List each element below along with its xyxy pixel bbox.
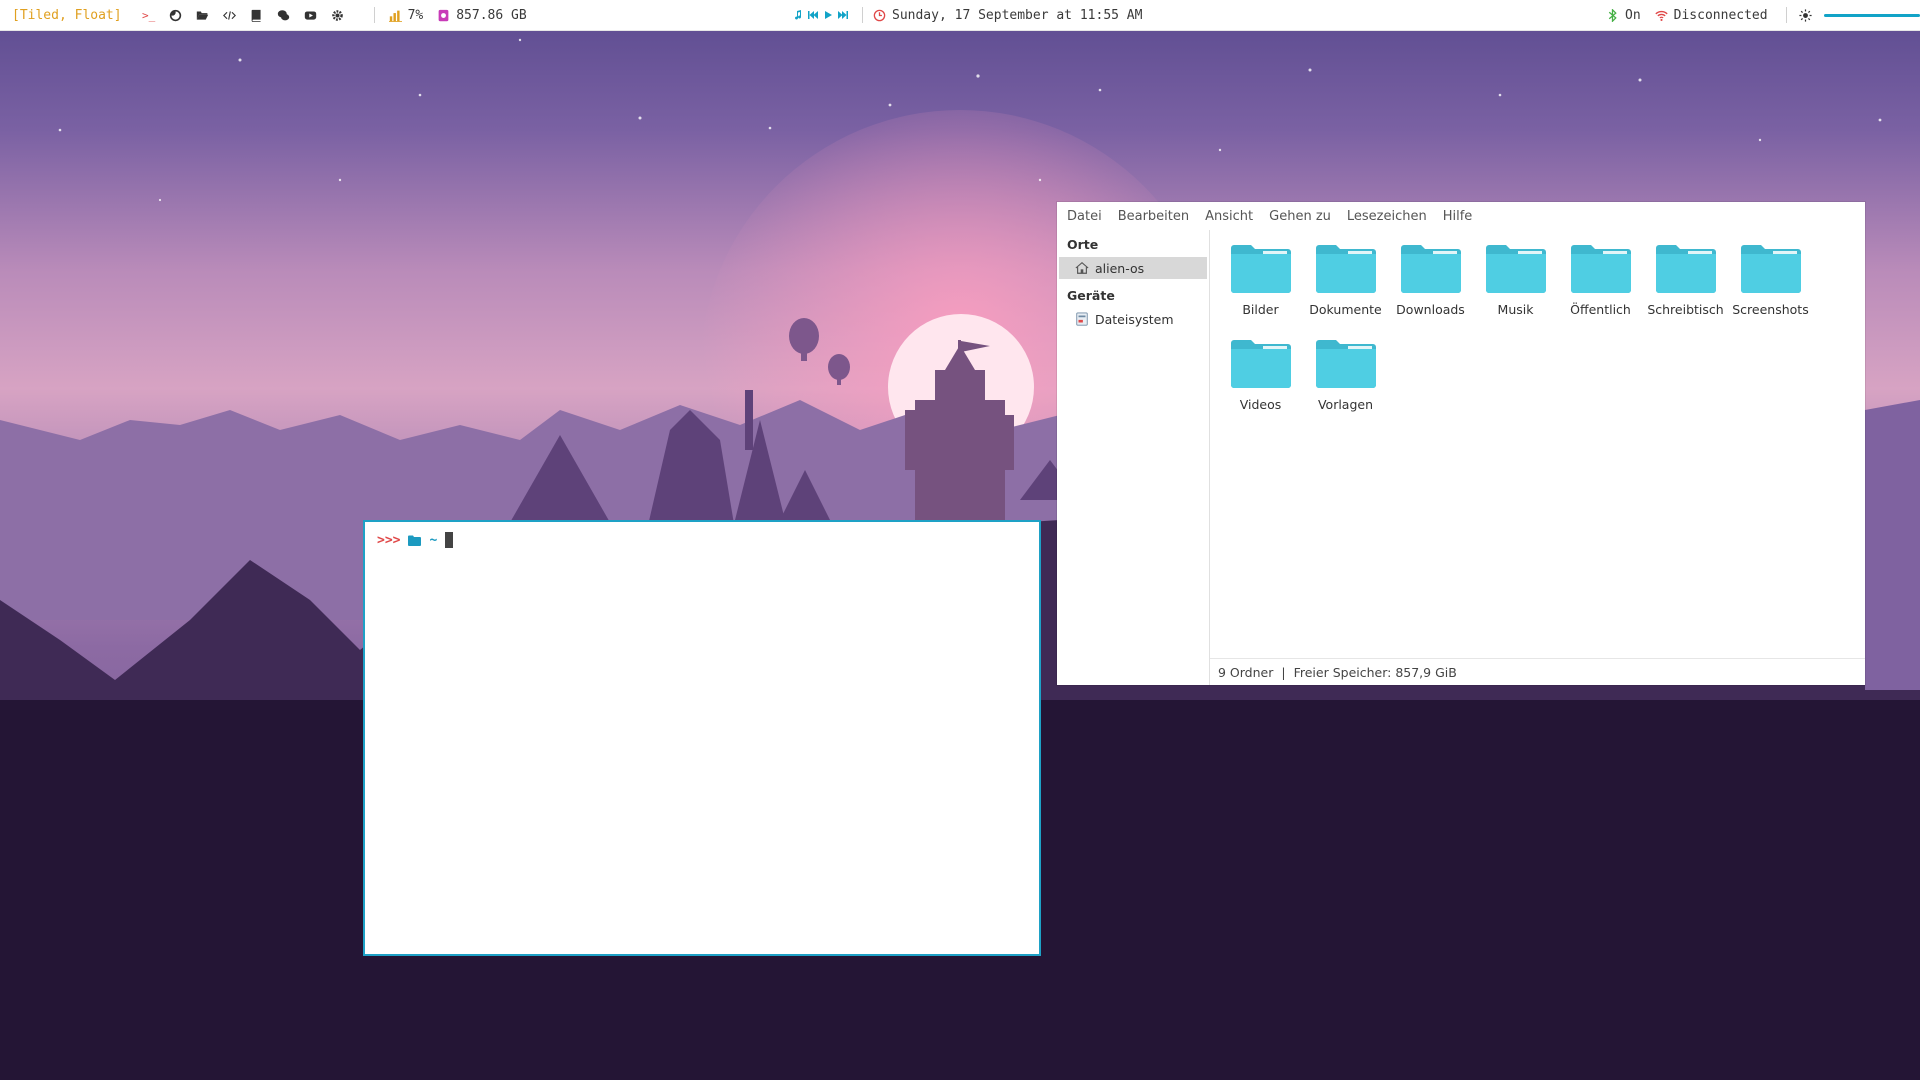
home-icon	[1075, 262, 1089, 274]
folder-icon	[1485, 245, 1546, 293]
wifi-icon	[1655, 10, 1668, 21]
folder-icon	[408, 535, 422, 546]
sidebar-header-devices: Geräte	[1067, 288, 1115, 303]
folder-item[interactable]: Schreibtisch	[1643, 242, 1728, 332]
panel-left: [Tiled, Float] >_ 7% 857.86 GB	[12, 0, 541, 30]
sidebar-item-label: Dateisystem	[1095, 311, 1174, 327]
folder-name: Vorlagen	[1317, 397, 1374, 412]
firefox-icon[interactable]	[167, 6, 185, 24]
folder-item[interactable]: Videos	[1218, 337, 1303, 427]
status-folder-count: 9 Ordner	[1218, 665, 1274, 680]
previous-track-icon[interactable]	[807, 9, 819, 21]
folder-icon	[1400, 245, 1461, 293]
menu-gehen-zu[interactable]: Gehen zu	[1269, 209, 1331, 224]
places-sidebar: Orte alien-os Geräte Dateisystem	[1057, 230, 1210, 685]
chat-icon[interactable]	[275, 6, 293, 24]
status-free-space: Freier Speicher: 857,9 GiB	[1293, 665, 1457, 680]
menu-bearbeiten[interactable]: Bearbeiten	[1118, 209, 1189, 224]
panel-separator	[862, 7, 863, 23]
folder-view: Bilder Dokumente Downloads Musik Öffentl…	[1210, 230, 1865, 658]
menu-lesezeichen[interactable]: Lesezeichen	[1347, 209, 1427, 224]
folder-item[interactable]: Öffentlich	[1558, 242, 1643, 332]
disk-usage: 857.86 GB	[437, 7, 527, 23]
play-icon[interactable]	[822, 9, 834, 21]
code-icon[interactable]	[221, 6, 239, 24]
panel-separator	[373, 7, 375, 23]
next-track-icon[interactable]	[837, 9, 849, 21]
panel-center: Sunday, 17 September at 11:55 AM	[792, 0, 1156, 30]
panel-right: On Disconnected	[1606, 0, 1920, 30]
disk-icon	[438, 9, 449, 21]
folder-item[interactable]: Downloads	[1388, 242, 1473, 332]
folder-icon	[1570, 245, 1631, 293]
bluetooth-label: On	[1625, 7, 1641, 23]
folder-name: Downloads	[1396, 302, 1465, 317]
folder-item[interactable]: Dokumente	[1303, 242, 1388, 332]
music-note-icon	[792, 9, 804, 21]
text-cursor	[445, 532, 454, 548]
bluetooth-status[interactable]: On	[1606, 8, 1641, 23]
folder-open-icon[interactable]	[194, 6, 212, 24]
status-separator: |	[1281, 665, 1286, 680]
prompt-chevrons: >>>	[377, 532, 401, 548]
folder-item[interactable]: Screenshots	[1728, 242, 1813, 332]
sidebar-item-filesystem[interactable]: Dateisystem	[1059, 308, 1207, 330]
status-bar: 9 Ordner | Freier Speicher: 857,9 GiB	[1210, 658, 1865, 686]
menu-bar: Datei Bearbeiten Ansicht Gehen zu Leseze…	[1057, 202, 1865, 230]
folder-item[interactable]: Musik	[1473, 242, 1558, 332]
sidebar-item-label: alien-os	[1095, 260, 1145, 276]
folder-icon	[1655, 245, 1716, 293]
terminal-icon[interactable]: >_	[140, 6, 158, 24]
cpu-usage: 7%	[388, 7, 424, 23]
clock[interactable]: Sunday, 17 September at 11:55 AM	[873, 8, 1142, 23]
chart-icon	[388, 10, 402, 22]
folder-name: Videos	[1239, 397, 1282, 412]
shell-prompt: >>> ~	[377, 532, 454, 548]
folder-icon	[1315, 245, 1376, 293]
youtube-icon[interactable]	[302, 6, 320, 24]
menu-hilfe[interactable]: Hilfe	[1443, 209, 1473, 224]
folder-name: Musik	[1497, 302, 1534, 317]
brightness-control[interactable]	[1798, 7, 1920, 23]
menu-ansicht[interactable]: Ansicht	[1205, 209, 1253, 224]
folder-icon	[1315, 340, 1376, 388]
terminal-window[interactable]: >>> ~	[363, 520, 1041, 956]
date-time: Sunday, 17 September at 11:55 AM	[892, 7, 1143, 23]
folder-item[interactable]: Vorlagen	[1303, 337, 1388, 427]
folder-name: Dokumente	[1309, 302, 1382, 317]
settings-icon[interactable]	[329, 6, 347, 24]
menu-datei[interactable]: Datei	[1067, 209, 1102, 224]
network-status[interactable]: Disconnected	[1655, 8, 1768, 23]
layout-indicator[interactable]: [Tiled, Float]	[12, 8, 122, 23]
folder-name: Schreibtisch	[1647, 302, 1724, 317]
folder-name: Öffentlich	[1570, 302, 1631, 317]
clock-icon	[873, 9, 886, 21]
folder-icon	[1740, 245, 1801, 293]
sidebar-header-places: Orte	[1067, 237, 1099, 252]
file-manager-window: Datei Bearbeiten Ansicht Gehen zu Leseze…	[1057, 202, 1865, 685]
cpu-value: 7%	[407, 7, 424, 23]
disk-value: 857.86 GB	[456, 7, 527, 23]
sidebar-item-home[interactable]: alien-os	[1059, 257, 1207, 279]
book-icon[interactable]	[248, 6, 266, 24]
brightness-icon	[1798, 8, 1812, 22]
network-label: Disconnected	[1673, 7, 1768, 23]
folder-name: Bilder	[1242, 302, 1279, 317]
folder-icon	[1230, 245, 1291, 293]
brightness-slider[interactable]	[1823, 7, 1920, 23]
bluetooth-icon	[1608, 8, 1617, 22]
folder-icon	[1230, 340, 1291, 388]
folder-name: Screenshots	[1732, 302, 1809, 317]
drive-icon	[1076, 312, 1088, 326]
panel-separator	[1785, 7, 1787, 23]
prompt-path: ~	[429, 532, 438, 548]
top-panel: [Tiled, Float] >_ 7% 857.86 GB Sunday, 1…	[0, 0, 1920, 31]
folder-item[interactable]: Bilder	[1218, 242, 1303, 332]
